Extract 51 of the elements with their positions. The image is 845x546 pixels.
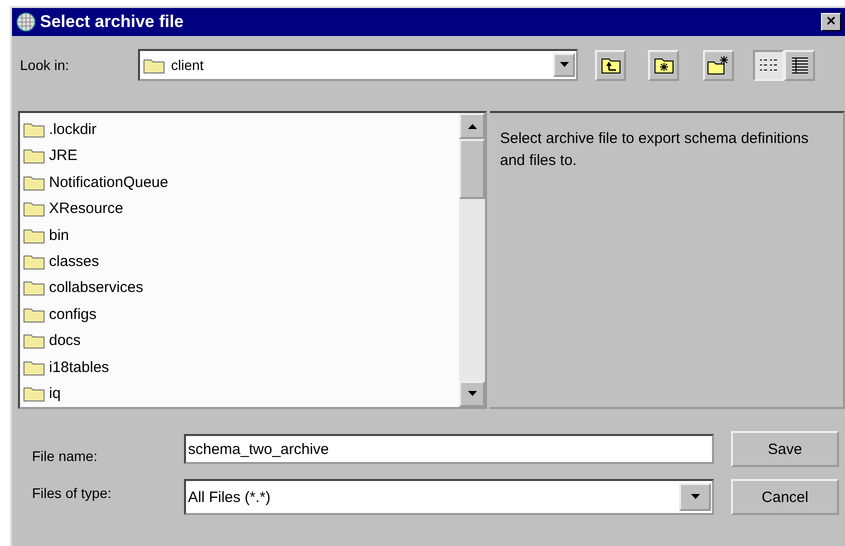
scroll-thumb[interactable] — [459, 139, 485, 199]
look-in-dropdown[interactable]: client — [138, 49, 578, 81]
up-folder-icon — [600, 56, 620, 74]
scroll-up-button[interactable] — [459, 113, 485, 139]
file-item[interactable]: iq — [23, 380, 459, 407]
folder-icon — [23, 252, 45, 270]
scroll-down-button[interactable] — [459, 381, 485, 407]
file-name-label: File name: — [32, 447, 98, 464]
description-text: Select archive file to export schema definitions and files to. — [490, 111, 845, 409]
file-name-field[interactable]: schema_two_archive — [184, 434, 714, 464]
folder-icon — [23, 226, 45, 244]
file-type-label: Files of type: — [32, 485, 112, 501]
file-item[interactable]: collabservices — [23, 274, 459, 302]
folder-icon — [23, 306, 45, 323]
toolbar-button[interactable] — [784, 50, 815, 80]
file-type-dropdown[interactable]: All Files (*.*) — [184, 479, 714, 515]
file-item[interactable]: .lockdir — [23, 116, 459, 142]
down-arrow-icon — [468, 391, 476, 397]
save-button[interactable]: Save — [731, 431, 839, 467]
toolbar-button[interactable] — [648, 50, 679, 80]
folder-star-icon — [654, 56, 674, 74]
scrollbar[interactable] — [459, 113, 485, 407]
file-item[interactable]: bin — [23, 222, 459, 248]
close-button[interactable]: × — [821, 13, 841, 31]
file-item[interactable]: NotificationQueue — [23, 168, 459, 196]
look-in-label: Look in: — [20, 57, 70, 73]
new-folder-icon — [706, 55, 730, 75]
folder-icon — [143, 56, 165, 74]
globe-icon — [16, 12, 36, 32]
folder-icon — [23, 332, 45, 350]
file-item[interactable]: XResource — [23, 195, 459, 222]
toolbar-button[interactable] — [595, 50, 626, 80]
file-item[interactable]: i18tables — [23, 354, 459, 381]
window-title: Select archive file — [40, 12, 185, 32]
file-item[interactable]: configs — [23, 301, 459, 328]
folder-icon — [23, 279, 45, 296]
folder-icon — [23, 385, 45, 402]
folder-icon — [23, 120, 45, 138]
folder-icon — [23, 174, 45, 191]
up-arrow-icon — [468, 123, 476, 129]
folder-icon — [23, 200, 45, 218]
cancel-button[interactable]: Cancel — [731, 479, 839, 515]
toolbar-button[interactable] — [703, 50, 734, 80]
file-item[interactable]: classes — [23, 248, 459, 275]
folder-icon — [23, 147, 45, 164]
folder-icon — [23, 358, 45, 376]
details-view-icon — [790, 56, 808, 74]
toolbar-button[interactable] — [753, 50, 784, 80]
file-item[interactable]: docs — [23, 328, 459, 354]
list-view-icon — [758, 57, 778, 73]
file-item[interactable]: JRE — [23, 142, 459, 169]
